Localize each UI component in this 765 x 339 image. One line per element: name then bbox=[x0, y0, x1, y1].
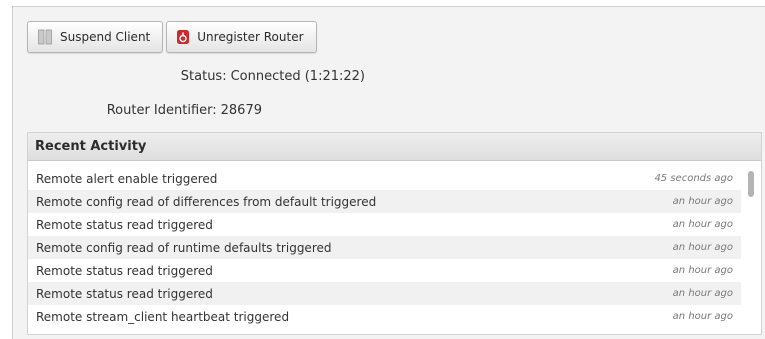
activity-row: Remote config read of differences from d… bbox=[28, 190, 741, 213]
suspend-client-button[interactable]: Suspend Client bbox=[27, 21, 164, 53]
unregister-router-icon bbox=[176, 29, 190, 45]
activity-row: Remote stream_client heartbeat triggered… bbox=[28, 305, 741, 328]
activity-time: an hour ago bbox=[672, 196, 733, 207]
activity-row: Remote status read triggered an hour ago bbox=[28, 213, 741, 236]
pause-icon bbox=[37, 29, 53, 45]
activity-time: an hour ago bbox=[672, 288, 733, 299]
activity-text: Remote stream_client heartbeat triggered bbox=[36, 309, 290, 324]
unregister-router-label: Unregister Router bbox=[197, 30, 304, 44]
status-row: Status: Connected (1:21:22) bbox=[181, 69, 365, 84]
activity-text: Remote status read triggered bbox=[36, 217, 213, 232]
activity-text: Remote status read triggered bbox=[36, 263, 213, 278]
activity-time: an hour ago bbox=[672, 219, 733, 230]
activity-row: Remote config read of runtime defaults t… bbox=[28, 236, 741, 259]
toolbar: Suspend Client Unregister Router bbox=[27, 21, 317, 53]
recent-activity-header: Recent Activity bbox=[28, 133, 761, 161]
activity-list[interactable]: Remote alert enable triggered 45 seconds… bbox=[28, 167, 741, 328]
suspend-client-label: Suspend Client bbox=[60, 30, 151, 44]
activity-row: Remote status read triggered an hour ago bbox=[28, 282, 741, 305]
activity-time: an hour ago bbox=[672, 265, 733, 276]
router-identifier-label: Router Identifier: bbox=[106, 103, 217, 118]
activity-time: 45 seconds ago bbox=[654, 173, 733, 184]
scrollbar-thumb[interactable] bbox=[748, 171, 754, 197]
activity-row: Remote status read triggered an hour ago bbox=[28, 259, 741, 282]
recent-activity-panel: Recent Activity Remote alert enable trig… bbox=[27, 132, 762, 335]
activity-time: an hour ago bbox=[672, 242, 733, 253]
router-identifier-value: 28679 bbox=[220, 103, 262, 118]
activity-text: Remote alert enable triggered bbox=[36, 171, 218, 186]
router-panel: Suspend Client Unregister Router Status:… bbox=[12, 6, 765, 339]
activity-text: Remote status read triggered bbox=[36, 286, 213, 301]
activity-time: an hour ago bbox=[672, 311, 733, 322]
activity-row: Remote alert enable triggered 45 seconds… bbox=[28, 167, 741, 190]
status-label: Status: bbox=[180, 69, 227, 84]
router-identifier-row: Router Identifier: 28679 bbox=[107, 103, 262, 118]
activity-text: Remote config read of runtime defaults t… bbox=[36, 240, 332, 255]
activity-scrollbar[interactable] bbox=[745, 167, 757, 327]
unregister-router-button[interactable]: Unregister Router bbox=[166, 21, 317, 53]
status-value: Connected (1:21:22) bbox=[230, 69, 365, 84]
activity-text: Remote config read of differences from d… bbox=[36, 194, 377, 209]
